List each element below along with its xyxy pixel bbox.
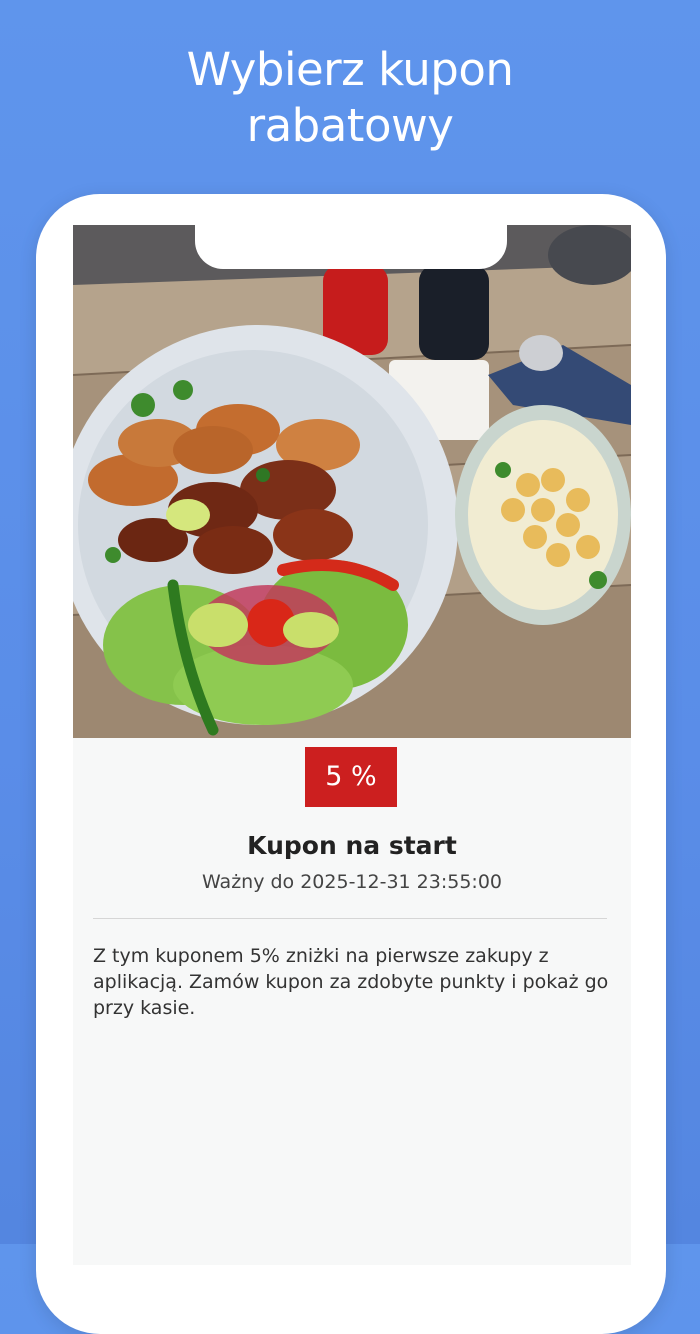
headline-line-1: Wybierz kupon <box>186 43 514 96</box>
discount-badge: 5 % <box>305 747 397 807</box>
phone-notch <box>195 225 507 269</box>
food-photo <box>73 225 631 738</box>
coupon-title: Kupon na start <box>247 831 457 860</box>
headline-line-2: rabatowy <box>246 99 454 152</box>
divider <box>93 918 607 919</box>
coupon-validity: Ważny do 2025-12-31 23:55:00 <box>201 871 503 893</box>
promo-headline: Wybierz kupon rabatowy <box>0 42 700 154</box>
coupon-screen: 5 % Kupon na start Ważny do 2025-12-31 2… <box>73 225 631 1265</box>
coupon-description: Z tym kuponem 5% zniżki na pierwsze zaku… <box>93 945 609 1019</box>
